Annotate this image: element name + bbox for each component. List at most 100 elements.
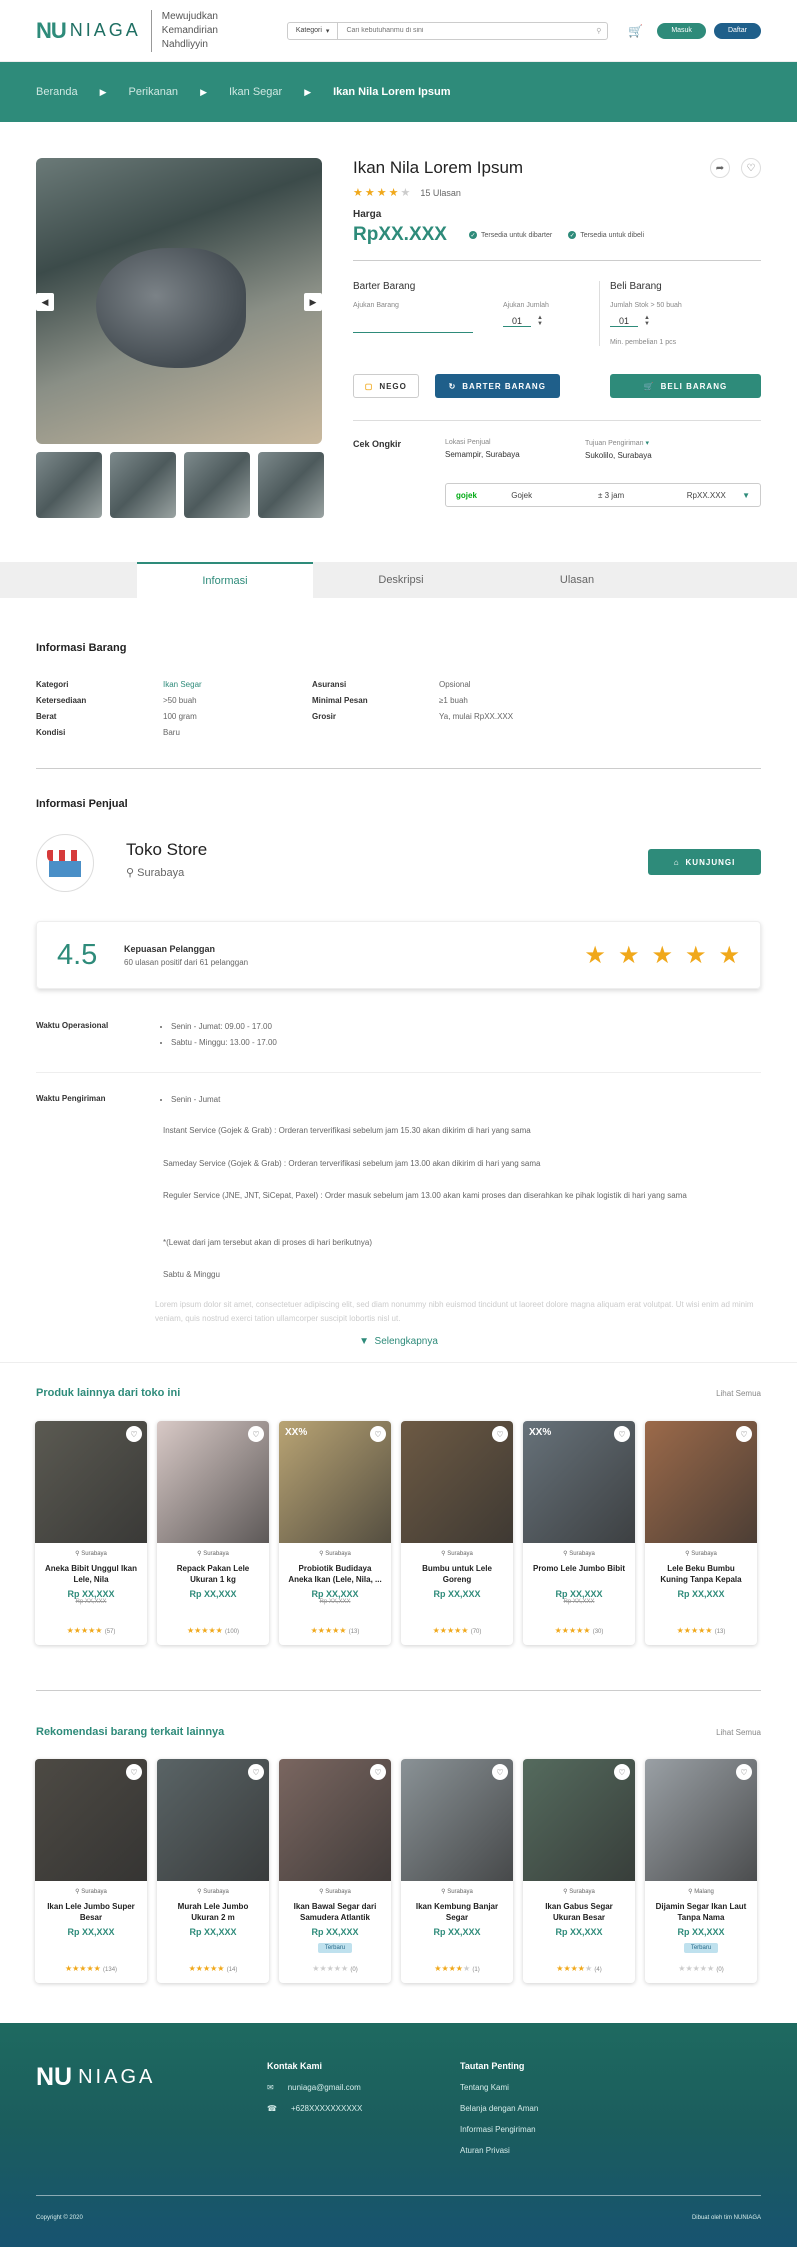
- barter-button[interactable]: ↻ BARTER BARANG: [434, 374, 560, 398]
- chevron-down-icon[interactable]: ▼: [742, 491, 750, 500]
- heart-icon[interactable]: ♡: [736, 1426, 752, 1442]
- breadcrumb-item[interactable]: Beranda: [36, 86, 78, 98]
- barter-qty-value[interactable]: 01: [503, 316, 531, 327]
- breadcrumb-item[interactable]: Perikanan: [129, 86, 179, 98]
- heart-icon[interactable]: ♡: [126, 1764, 142, 1780]
- spec-key: Asuransi: [312, 680, 347, 689]
- courier-select[interactable]: gojek Gojek ± 3 jam RpXX.XXX ▼: [445, 483, 761, 507]
- buy-button[interactable]: 🛒 BELI BARANG: [609, 374, 761, 398]
- prev-image-button[interactable]: ◀: [36, 293, 54, 311]
- recommend-list: ♡ ⚲ Surabaya Ikan Lele Jumbo Super Besar Rp…: [35, 1759, 757, 1983]
- thumbnail[interactable]: [36, 452, 102, 518]
- heart-icon[interactable]: ♡: [741, 158, 761, 178]
- store-logo[interactable]: [36, 834, 94, 892]
- star-icon: ★: [570, 1964, 578, 1973]
- product-card[interactable]: ♡ ⚲ Surabaya Repack Pakan Lele Ukuran 1 kg…: [157, 1421, 269, 1645]
- stepper-arrows-icon[interactable]: ▲ ▼: [537, 315, 543, 327]
- spec-key: Ketersediaan: [36, 696, 87, 705]
- thumbnail[interactable]: [184, 452, 250, 518]
- recommend-see-all[interactable]: Lihat Semua: [716, 1728, 761, 1737]
- heart-icon[interactable]: ♡: [492, 1764, 508, 1780]
- search-icon[interactable]: ⚲: [590, 27, 607, 35]
- product-card[interactable]: ♡ ⚲ Surabaya Murah Lele Jumbo Ukuran 2 m Rp…: [157, 1759, 269, 1983]
- courier-eta: ± 3 jam: [598, 490, 625, 500]
- tab-ulasan[interactable]: Ulasan: [489, 562, 665, 598]
- login-button[interactable]: Masuk: [657, 22, 706, 39]
- heart-icon[interactable]: ♡: [492, 1426, 508, 1442]
- star-icon: ★: [188, 1964, 196, 1973]
- footer-link[interactable]: Informasi Pengiriman: [460, 2125, 538, 2134]
- heart-icon[interactable]: ♡: [614, 1764, 630, 1780]
- thumbnail[interactable]: [258, 452, 324, 518]
- destination-select[interactable]: Tujuan Pengiriman ▾ Sukolilo, Surabaya: [585, 439, 725, 460]
- links-title: Tautan Penting: [460, 2061, 525, 2071]
- product-card-image: ♡: [645, 1421, 757, 1543]
- heart-icon[interactable]: ♡: [736, 1764, 752, 1780]
- card-review-count: (70): [470, 1629, 482, 1635]
- star-icon: ★: [441, 1964, 449, 1973]
- cart-icon[interactable]: 🛒: [628, 24, 643, 38]
- divider: [36, 768, 761, 769]
- phone-link[interactable]: ☎ +628XXXXXXXXXX: [267, 2104, 362, 2113]
- buy-qty-stepper[interactable]: 01 ▲ ▼: [610, 315, 759, 327]
- tab-informasi[interactable]: Informasi: [137, 562, 313, 598]
- product-card-image: ♡: [523, 1759, 635, 1881]
- product-card[interactable]: ♡ ⚲ Surabaya Ikan Kembung Banjar Segar Rp X…: [401, 1759, 513, 1983]
- card-rating: ★★★★★ (30): [523, 1626, 635, 1635]
- footer-divider: [36, 2195, 761, 2196]
- visit-store-button[interactable]: ⌂ KUNJUNGI: [648, 849, 761, 875]
- shipping-check: Cek Ongkir Lokasi Penjual Semampir, Sura…: [353, 420, 761, 507]
- heart-icon[interactable]: ♡: [370, 1426, 386, 1442]
- buy-qty-value[interactable]: 01: [610, 316, 638, 327]
- heart-icon[interactable]: ♡: [370, 1764, 386, 1780]
- spec-value-link[interactable]: Ikan Segar: [163, 680, 312, 689]
- share-icon[interactable]: ➦: [710, 158, 730, 178]
- star-icon: ★: [699, 1964, 707, 1973]
- product-card[interactable]: ♡ ⚲ Malang Dijamin Segar Ikan Laut Tanpa N…: [645, 1759, 757, 1983]
- breadcrumb-item[interactable]: Ikan Segar: [229, 86, 282, 98]
- category-dropdown[interactable]: Kategori ▾: [288, 22, 339, 39]
- review-count[interactable]: 15 Ulasan: [420, 188, 461, 198]
- chevron-down-icon: ▾: [325, 27, 330, 35]
- barter-item-input[interactable]: [353, 309, 473, 333]
- email-link[interactable]: ✉ nuniaga@gmail.com: [267, 2083, 362, 2092]
- satisfaction-title: Kepuasan Pelanggan: [124, 943, 216, 954]
- logo-niaga: NIAGA: [69, 20, 141, 40]
- site-logo[interactable]: NU NIAGA: [36, 18, 141, 44]
- nego-button[interactable]: ▢ NEGO: [353, 374, 419, 398]
- heart-icon[interactable]: ♡: [248, 1764, 264, 1780]
- card-review-count: (30): [592, 1629, 604, 1635]
- product-card[interactable]: ♡ ⚲ Surabaya Lele Beku Bumbu Kuning Tanpa …: [645, 1421, 757, 1645]
- star-icon: ★: [73, 1626, 81, 1635]
- heart-icon[interactable]: ♡: [248, 1426, 264, 1442]
- heart-icon[interactable]: ♡: [614, 1426, 630, 1442]
- ship-heading-list: Senin - Jumat: [163, 1092, 220, 1108]
- heart-icon[interactable]: ♡: [126, 1426, 142, 1442]
- product-card[interactable]: ♡ ⚲ Surabaya Ikan Lele Jumbo Super Besar Rp…: [35, 1759, 147, 1983]
- thumbnail[interactable]: [110, 452, 176, 518]
- footer-link[interactable]: Tentang Kami: [460, 2083, 538, 2092]
- product-card[interactable]: ♡ ⚲ Surabaya Aneka Bibit Unggul Ikan Lele,…: [35, 1421, 147, 1645]
- store-products-title: Produk lainnya dari toko ini: [36, 1387, 181, 1399]
- store-products-see-all[interactable]: Lihat Semua: [716, 1389, 761, 1398]
- product-card[interactable]: XX% ♡ ⚲ Surabaya Promo Lele Jumbo Bibit Rp X…: [523, 1421, 635, 1645]
- search-input[interactable]: [338, 27, 591, 34]
- store-name[interactable]: Toko Store: [126, 840, 207, 860]
- footer-logo[interactable]: NU NIAGA: [36, 2063, 155, 2092]
- see-more-link[interactable]: ▼ Selengkapnya: [0, 1336, 797, 1347]
- footer-link[interactable]: Belanja dengan Aman: [460, 2104, 538, 2113]
- product-card[interactable]: XX% ♡ ⚲ Surabaya Probiotik Budidaya Aneka I…: [279, 1421, 391, 1645]
- product-card[interactable]: ♡ ⚲ Surabaya Bumbu untuk Lele Goreng Rp XX,…: [401, 1421, 513, 1645]
- tab-deskripsi[interactable]: Deskripsi: [313, 562, 489, 598]
- stepper-arrows-icon[interactable]: ▲ ▼: [644, 315, 650, 327]
- product-card[interactable]: ♡ ⚲ Surabaya Ikan Gabus Segar Ukuran Besar…: [523, 1759, 635, 1983]
- register-button[interactable]: Daftar: [713, 22, 761, 39]
- visit-label: KUNJUNGI: [685, 857, 736, 867]
- credit: Dibuat oleh tim NUNIAGA: [691, 2215, 761, 2221]
- product-card[interactable]: ♡ ⚲ Surabaya Ikan Bawal Segar dari Samuder…: [279, 1759, 391, 1983]
- cart-icon: 🛒: [643, 381, 655, 391]
- spec-value: Baru: [163, 728, 180, 737]
- next-image-button[interactable]: ▶: [304, 293, 322, 311]
- footer-link[interactable]: Aturan Privasi: [460, 2146, 538, 2155]
- barter-qty-stepper[interactable]: 01 ▲ ▼: [503, 315, 549, 327]
